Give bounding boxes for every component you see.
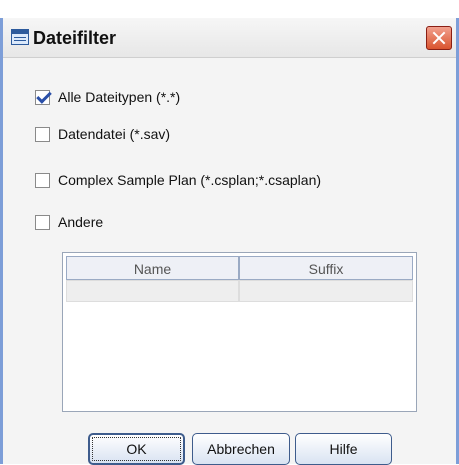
dateifilter-dialog: Dateifilter Alle Dateitypen (*.*) Datend… xyxy=(0,18,459,465)
option-data-file[interactable]: Datendatei (*.sav) xyxy=(35,126,170,142)
option-label: Datendatei (*.sav) xyxy=(58,126,171,142)
help-button[interactable]: Hilfe xyxy=(295,433,392,465)
ok-button[interactable]: OK xyxy=(88,433,185,465)
table-row[interactable] xyxy=(66,280,413,302)
table-header-row: Name Suffix xyxy=(66,256,413,280)
option-label: Andere xyxy=(58,214,104,230)
option-all-file-types[interactable]: Alle Dateitypen (*.*) xyxy=(35,89,180,105)
option-complex-sample-plan[interactable]: Complex Sample Plan (*.csplan;*.csaplan) xyxy=(35,172,321,188)
checkbox-data-file[interactable] xyxy=(35,126,50,142)
checkbox-all-file-types[interactable] xyxy=(35,89,50,105)
checkbox-other[interactable] xyxy=(35,214,50,230)
option-label: Alle Dateitypen (*.*) xyxy=(58,89,181,105)
table-cell-suffix[interactable] xyxy=(239,280,413,302)
option-other[interactable]: Andere xyxy=(35,214,103,230)
close-button[interactable] xyxy=(426,26,452,50)
option-label: Complex Sample Plan (*.csplan;*.csaplan) xyxy=(58,172,322,188)
checkbox-complex-sample-plan[interactable] xyxy=(35,172,50,188)
dialog-title: Dateifilter xyxy=(33,28,117,48)
table-cell-name[interactable] xyxy=(66,280,239,302)
title-bar[interactable]: Dateifilter xyxy=(3,18,456,58)
column-header-name[interactable]: Name xyxy=(66,256,239,280)
custom-filter-table[interactable]: Name Suffix xyxy=(62,252,417,412)
dialog-table-icon xyxy=(11,29,29,45)
cancel-button[interactable]: Abbrechen xyxy=(192,433,290,465)
column-header-suffix[interactable]: Suffix xyxy=(239,256,413,280)
